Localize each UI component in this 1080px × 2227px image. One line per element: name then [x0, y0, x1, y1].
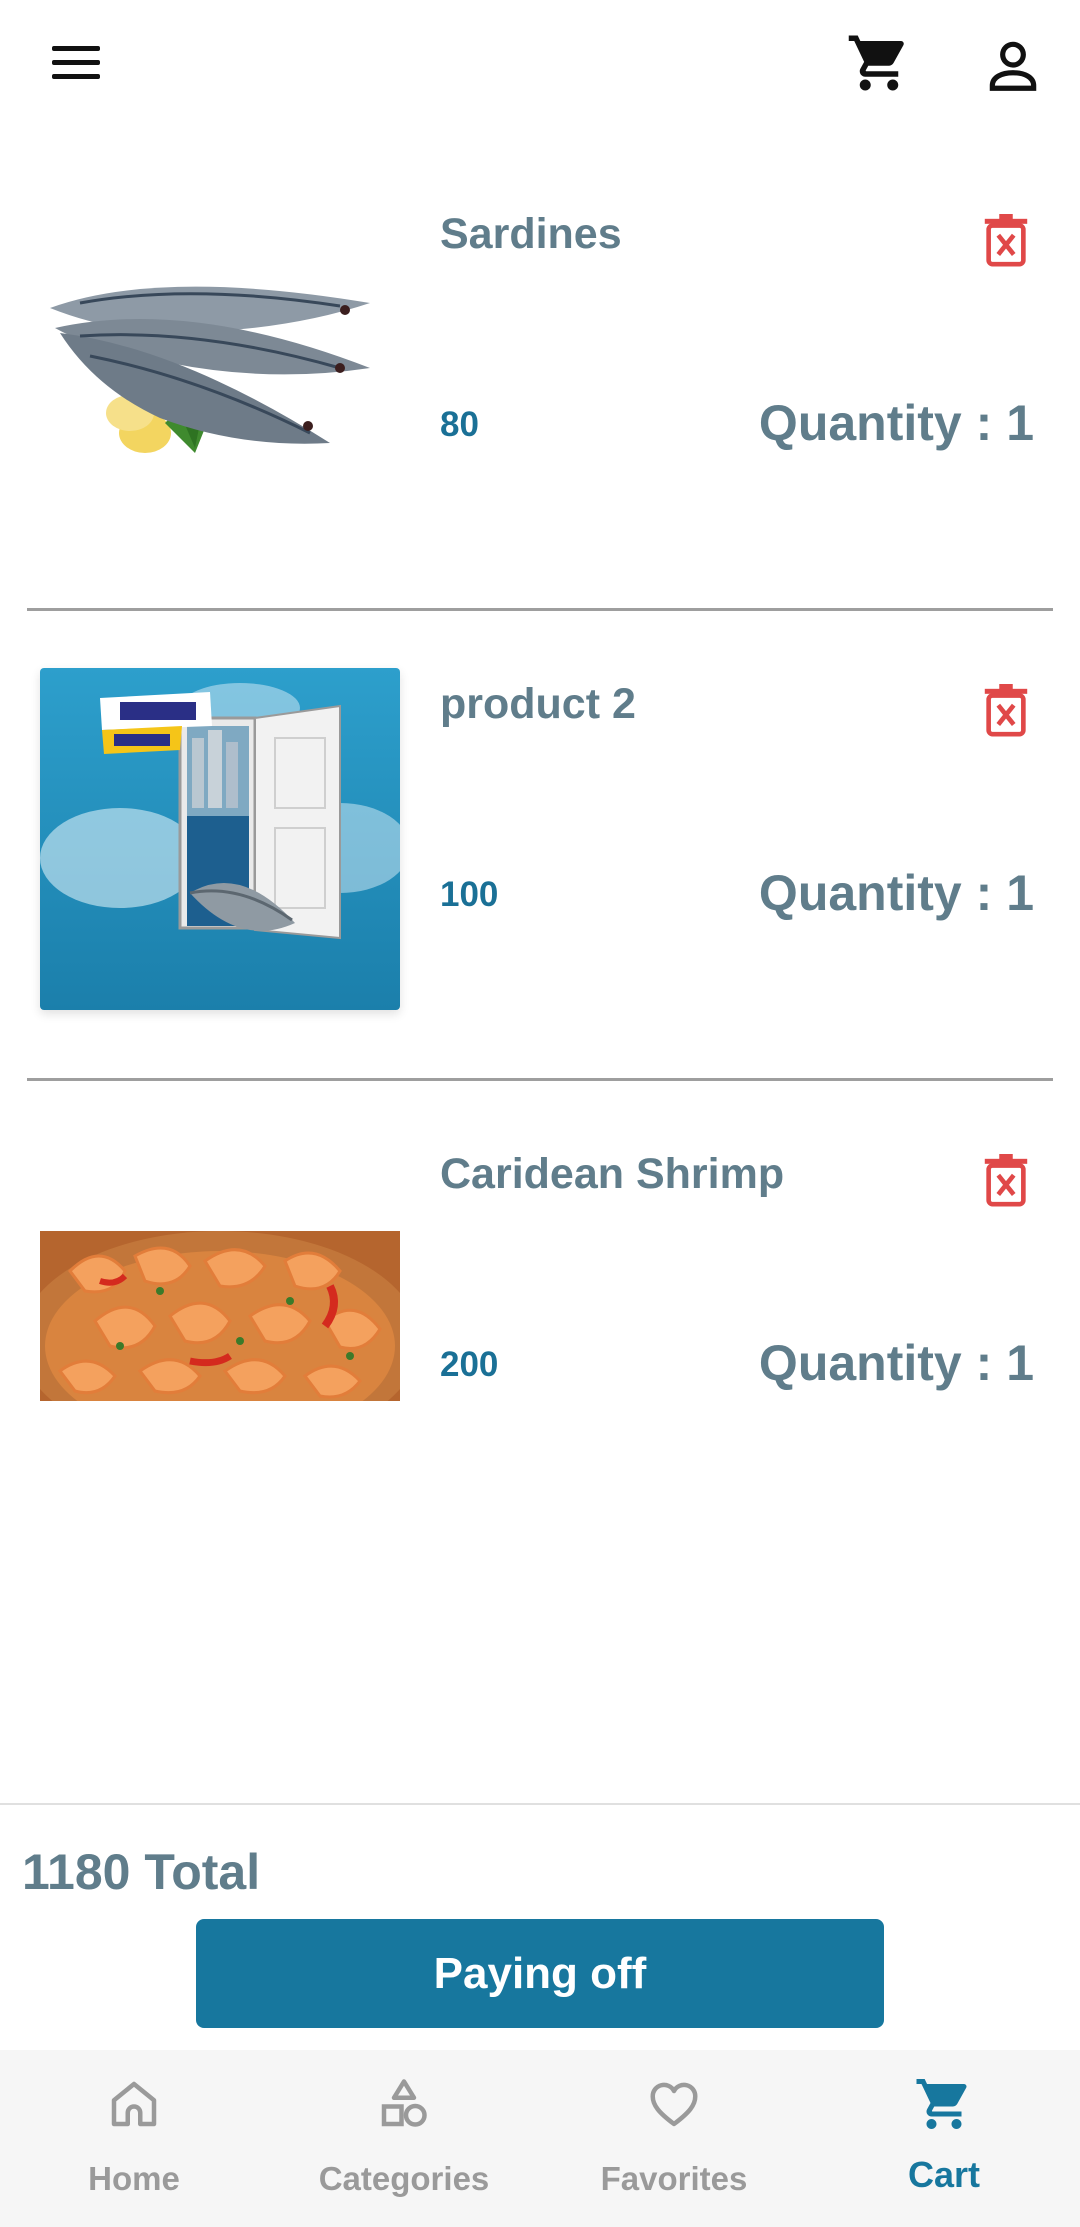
product-name: product 2: [440, 680, 636, 728]
delete-icon[interactable]: [982, 214, 1030, 268]
categories-icon: [381, 2079, 427, 2127]
cart-icon[interactable]: [846, 30, 912, 96]
bottom-navigation: Home Categories Favorites Cart: [0, 2050, 1080, 2227]
hamburger-menu-icon[interactable]: [46, 38, 108, 88]
nav-home-label: Home: [88, 2160, 180, 2197]
quantity-display: Quantity : 1: [759, 394, 1034, 452]
product-name: Sardines: [440, 210, 622, 258]
quantity-separator: :: [975, 865, 993, 921]
cart-total: 1180 Total: [22, 1843, 260, 1901]
cart-item: Caridean Shrimp 200 Quantity : 1: [0, 1080, 1080, 1550]
summary-divider: [0, 1803, 1080, 1805]
product-name: Caridean Shrimp: [440, 1150, 785, 1198]
top-app-bar: [0, 0, 1080, 128]
quantity-value: 1: [1006, 1335, 1034, 1391]
quantity-separator: :: [975, 395, 993, 451]
product-price: 200: [440, 1345, 499, 1384]
account-icon[interactable]: [982, 34, 1044, 96]
total-value: 1180: [22, 1844, 131, 1900]
quantity-label: Quantity: [758, 1335, 962, 1391]
quantity-label: Quantity: [758, 395, 962, 451]
home-icon: [111, 2081, 157, 2127]
quantity-display: Quantity : 1: [759, 864, 1034, 922]
nav-categories-label: Categories: [318, 2160, 490, 2197]
sardines-photo: [40, 258, 400, 488]
product-2-poster: [40, 668, 400, 1010]
nav-favorites-label: Favorites: [600, 2160, 748, 2197]
nav-favorites[interactable]: Favorites: [574, 2050, 774, 2227]
quantity-label: Quantity: [758, 865, 962, 921]
cart-item: product 2 100 Quantity : 1: [0, 610, 1080, 1080]
heart-icon: [650, 2082, 698, 2127]
quantity-value: 1: [1006, 865, 1034, 921]
paying-off-button[interactable]: Paying off: [196, 1919, 884, 2028]
nav-cart-label: Cart: [907, 2154, 981, 2195]
nav-cart[interactable]: Cart: [844, 2050, 1044, 2227]
nav-categories[interactable]: Categories: [304, 2050, 504, 2227]
quantity-display: Quantity : 1: [759, 1334, 1034, 1392]
quantity-value: 1: [1006, 395, 1034, 451]
total-label: Total: [144, 1844, 261, 1900]
nav-home[interactable]: Home: [34, 2050, 234, 2227]
quantity-separator: :: [975, 1335, 993, 1391]
product-price: 80: [440, 405, 479, 444]
delete-icon[interactable]: [982, 684, 1030, 738]
cart-icon: [916, 2079, 967, 2129]
delete-icon[interactable]: [982, 1154, 1030, 1208]
product-price: 100: [440, 875, 499, 914]
shrimp-photo: [40, 1231, 400, 1401]
cart-item: Sardines 80 Quantity : 1: [0, 140, 1080, 610]
